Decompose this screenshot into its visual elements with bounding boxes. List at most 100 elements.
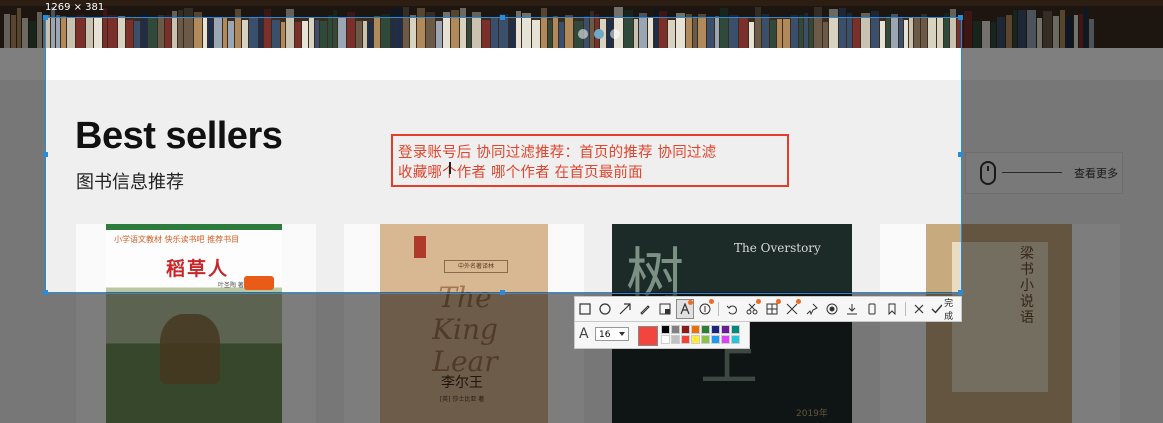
book-spine xyxy=(295,22,301,48)
color-swatch[interactable] xyxy=(731,325,740,334)
book-spine xyxy=(861,13,870,48)
resize-handle[interactable] xyxy=(43,290,48,295)
book-spine xyxy=(762,14,769,48)
book-spine xyxy=(286,9,294,48)
view-more-button[interactable]: 查看更多 xyxy=(965,152,1123,194)
ocr-icon xyxy=(766,303,778,315)
resize-handle[interactable] xyxy=(43,15,48,20)
option-dot xyxy=(795,299,801,304)
rectangle-tool-button[interactable] xyxy=(576,299,594,319)
color-swatch[interactable] xyxy=(701,335,710,344)
phone-button[interactable] xyxy=(863,299,881,319)
book-spine xyxy=(541,8,547,48)
book-spine xyxy=(472,12,481,48)
book-spine xyxy=(693,16,697,48)
translate-button[interactable] xyxy=(743,299,761,319)
book-spine xyxy=(108,15,117,48)
carousel-dot[interactable] xyxy=(610,29,620,39)
book-spine xyxy=(338,17,346,48)
book-card[interactable]: 梁书小说语 xyxy=(880,224,1120,423)
current-color-swatch[interactable] xyxy=(638,326,658,346)
color-swatch[interactable] xyxy=(691,335,700,344)
resize-handle[interactable] xyxy=(500,15,505,20)
long-screenshot-button[interactable] xyxy=(783,299,801,319)
book-spine xyxy=(51,7,55,48)
book-spine xyxy=(614,7,623,48)
arrow-tool-button[interactable] xyxy=(616,299,634,319)
pin-button[interactable] xyxy=(803,299,821,319)
carousel-dots xyxy=(578,29,620,39)
book-spine xyxy=(4,14,10,48)
book-spine xyxy=(67,18,75,48)
color-swatch[interactable] xyxy=(681,325,690,334)
book-spine xyxy=(1027,10,1036,48)
carousel-dot[interactable] xyxy=(578,29,588,39)
mosaic-icon xyxy=(659,303,671,315)
book-spine xyxy=(1043,11,1052,48)
resize-handle[interactable] xyxy=(958,15,963,20)
undo-icon xyxy=(726,305,737,315)
color-swatch[interactable] xyxy=(731,335,740,344)
book-cover[interactable]: 梁书小说语 xyxy=(926,224,1072,423)
download-icon xyxy=(846,304,857,315)
book-card[interactable]: 中外名著译林 The King Lear 李尔王 [英] 莎士比亚 著 xyxy=(344,224,584,423)
book-spine xyxy=(320,21,327,48)
pen-tool-button[interactable] xyxy=(636,299,654,319)
color-swatch[interactable] xyxy=(661,325,670,334)
book-spine xyxy=(777,19,782,48)
book-spine xyxy=(242,20,248,48)
banner-carousel[interactable] xyxy=(0,0,1163,48)
ocr-button[interactable] xyxy=(763,299,781,319)
color-swatch[interactable] xyxy=(721,335,730,344)
resize-handle[interactable] xyxy=(43,152,48,157)
color-swatch[interactable] xyxy=(711,335,720,344)
book-spine xyxy=(707,16,714,48)
close-button[interactable] xyxy=(910,299,928,319)
color-swatch[interactable] xyxy=(701,325,710,334)
mosaic-tool-button[interactable] xyxy=(656,299,674,319)
bookmark-button[interactable] xyxy=(883,299,901,319)
resize-handle[interactable] xyxy=(958,290,963,295)
color-swatch[interactable] xyxy=(711,325,720,334)
book-author: [英] 莎士比亚 著 xyxy=(439,396,485,403)
record-button[interactable] xyxy=(823,299,841,319)
book-spine xyxy=(410,15,416,48)
color-swatch[interactable] xyxy=(671,335,680,344)
color-swatch[interactable] xyxy=(721,325,730,334)
resize-handle[interactable] xyxy=(958,152,963,157)
book-year: 2019年 xyxy=(796,409,828,419)
book-cover[interactable]: 小学语文教材 快乐读书吧 推荐书目 稻草人 叶圣陶 著 xyxy=(106,224,282,423)
text-tool-button[interactable] xyxy=(675,299,695,319)
color-swatch[interactable] xyxy=(691,325,700,334)
undo-button[interactable] xyxy=(723,299,741,319)
annotation-textbox[interactable]: 登录账号后 协同过滤推荐：首页的推荐 协同过滤 收藏哪个作者 哪个作者 在首页最… xyxy=(391,134,789,187)
color-swatch[interactable] xyxy=(661,335,670,344)
book-spine xyxy=(914,18,920,48)
book-spine xyxy=(749,22,754,48)
ellipse-tool-button[interactable] xyxy=(596,299,614,319)
book-spine xyxy=(1074,15,1078,48)
book-title: 梁书小说语 xyxy=(1020,246,1034,326)
book-spine xyxy=(141,12,147,48)
color-swatch[interactable] xyxy=(681,335,690,344)
book-spine xyxy=(804,13,808,48)
scissors-icon xyxy=(746,303,758,315)
color-swatch[interactable] xyxy=(671,325,680,334)
phone-icon xyxy=(868,303,876,315)
cover-badge xyxy=(244,276,274,290)
rectangle-icon xyxy=(579,303,591,315)
book-spine xyxy=(363,21,367,48)
font-size-select[interactable]: 16 xyxy=(595,327,629,341)
save-button[interactable] xyxy=(843,299,861,319)
resize-handle[interactable] xyxy=(500,290,505,295)
book-spine xyxy=(1060,10,1065,48)
book-spine xyxy=(957,16,963,48)
book-card[interactable]: 小学语文教材 快乐读书吧 推荐书目 稻草人 叶圣陶 著 xyxy=(76,224,316,423)
book-spine xyxy=(328,15,332,48)
number-tool-button[interactable] xyxy=(696,299,714,319)
book-cover[interactable]: 中外名著译林 The King Lear 李尔王 [英] 莎士比亚 著 xyxy=(380,224,548,423)
carousel-dot-active[interactable] xyxy=(594,29,604,39)
book-spine xyxy=(214,18,222,48)
book-spine xyxy=(118,16,125,48)
done-button[interactable]: 完成 xyxy=(931,296,961,322)
